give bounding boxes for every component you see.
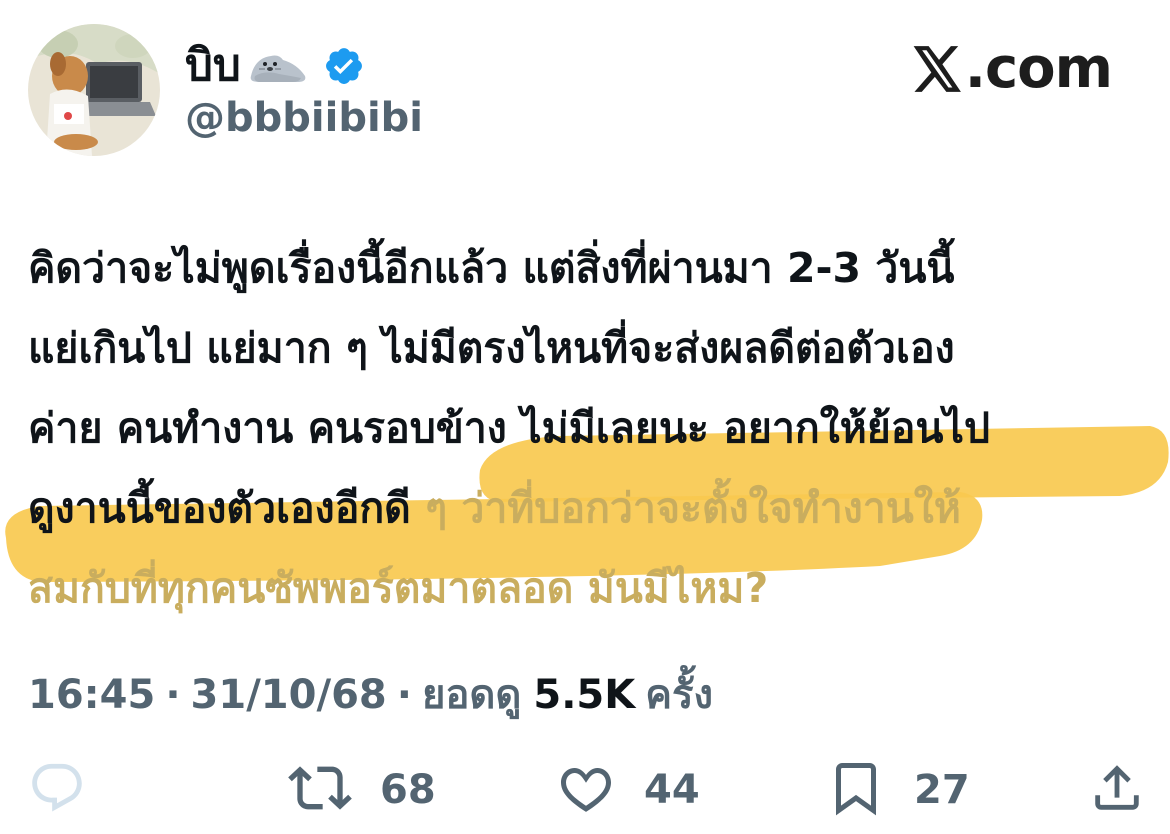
- tweet-text: คิดว่าจะไม่พูดเรื่องนี้อีกแล้ว แต่สิ่งที…: [28, 228, 1158, 628]
